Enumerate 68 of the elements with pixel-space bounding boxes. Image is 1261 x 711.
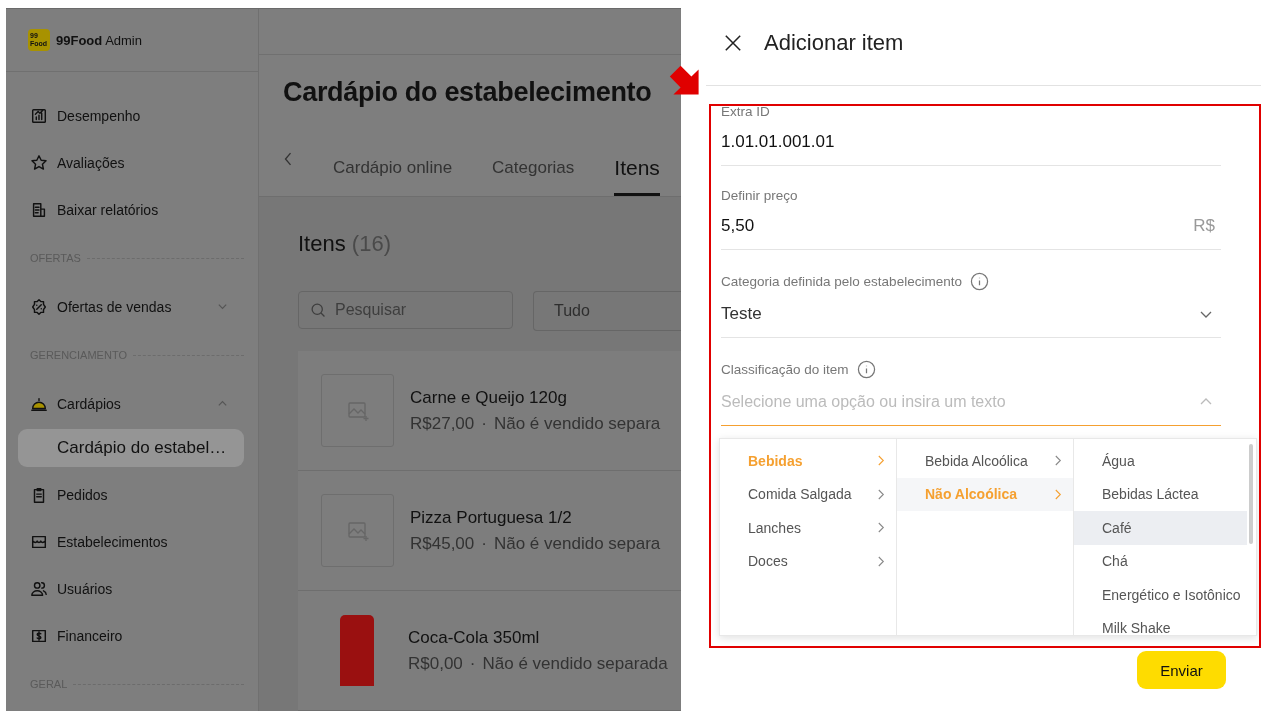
chevron-down-icon: [217, 301, 228, 312]
menu-option[interactable]: Milk Shake: [1074, 611, 1247, 635]
users-icon: [30, 579, 48, 598]
menu-option[interactable]: Água: [1074, 444, 1247, 478]
menu-option[interactable]: Doces: [720, 544, 896, 578]
sidebar-item[interactable]: Cardápios: [18, 380, 244, 427]
menu-option[interactable]: Bebida Alcoólica: [897, 444, 1073, 478]
field-label: Extra ID: [721, 104, 770, 119]
field-label: Classificação do item: [721, 362, 849, 377]
price-field[interactable]: 5,50 R$: [721, 203, 1221, 250]
tab[interactable]: Itens: [614, 156, 660, 196]
back-chevron-icon[interactable]: [283, 150, 293, 168]
info-icon[interactable]: [856, 360, 876, 379]
product-name: Pizza Portuguesa 1/2: [410, 507, 573, 528]
chevron-right-icon: [877, 454, 886, 468]
chevron-right-icon: [877, 521, 886, 535]
text-field[interactable]: 1.01.01.001.01: [721, 119, 1221, 166]
menu-option[interactable]: Bebidas Láctea: [1074, 477, 1247, 511]
separator-dot: ·: [469, 653, 476, 674]
sidebar-item[interactable]: Estabelecimentos: [18, 518, 244, 565]
search-field[interactable]: Pesquisar: [298, 291, 513, 329]
sidebar-item[interactable]: Pedidos: [18, 471, 244, 518]
drink-can-photo: [339, 615, 374, 686]
product-note: Não é vendido separa: [493, 413, 661, 434]
chevron-up-icon: [217, 398, 228, 409]
field-label: Categoria definida pelo estabelecimento: [721, 274, 962, 289]
search-icon: [310, 301, 327, 319]
product-price: R$27,00: [410, 413, 475, 434]
sidebar-item[interactable]: Baixar relatórios: [18, 186, 244, 233]
tab[interactable]: Categorias: [492, 156, 575, 196]
list-title: Itens: [298, 231, 346, 256]
sidebar-subitem[interactable]: Cardápio do estabel…: [18, 429, 244, 467]
chevron-right-icon: [877, 554, 886, 568]
brand-name: 99Food Admin: [56, 32, 142, 48]
menu-option[interactable]: Lanches: [720, 511, 896, 545]
chevron-right-icon: [877, 487, 886, 501]
product-price: R$0,00: [408, 653, 463, 674]
menu-option[interactable]: Comida Salgada: [720, 477, 896, 511]
drawer-title: Adicionar item: [764, 29, 904, 56]
sidebar-item[interactable]: Ofertas de vendas: [18, 283, 244, 330]
product-note: Não é vendido separada: [482, 653, 668, 674]
tab[interactable]: Cardápio online: [333, 156, 453, 196]
submit-button[interactable]: Enviar: [1137, 651, 1226, 689]
document-icon: [30, 200, 48, 219]
product-card[interactable]: Coca-Cola 350ml R$0,00 · Não é vendido separada: [298, 591, 681, 711]
separator-dot: ·: [481, 413, 487, 434]
page-title: Cardápio do estabelecimento: [283, 77, 653, 108]
sidebar-item[interactable]: Usuários: [18, 565, 244, 612]
chart-icon: [30, 106, 48, 125]
close-icon[interactable]: [724, 33, 742, 52]
chevron-right-icon: [1054, 487, 1063, 501]
menu-option[interactable]: Chá: [1074, 544, 1247, 578]
menu-option[interactable]: Energético e Isotônico: [1074, 578, 1247, 612]
info-icon[interactable]: [969, 272, 989, 291]
chevron-right-icon: [1054, 454, 1063, 468]
menu-option[interactable]: Café: [1074, 511, 1247, 545]
sidebar-item[interactable]: Desempenho: [18, 92, 244, 139]
product-note: Não é vendido separa: [493, 533, 661, 554]
sidebar-item[interactable]: Avaliações: [18, 139, 244, 186]
sidebar-item[interactable]: Financeiro: [18, 612, 244, 659]
select-field[interactable]: Teste: [721, 291, 1221, 338]
percent-badge-icon: [30, 297, 48, 316]
product-name: Coca-Cola 350ml: [408, 627, 541, 648]
star-icon: [30, 153, 48, 172]
product-price: R$45,00: [410, 533, 475, 554]
separator-dot: ·: [481, 533, 487, 554]
field-label: Definir preço: [721, 188, 798, 203]
product-name: Carne e Queijo 120g: [410, 387, 568, 408]
